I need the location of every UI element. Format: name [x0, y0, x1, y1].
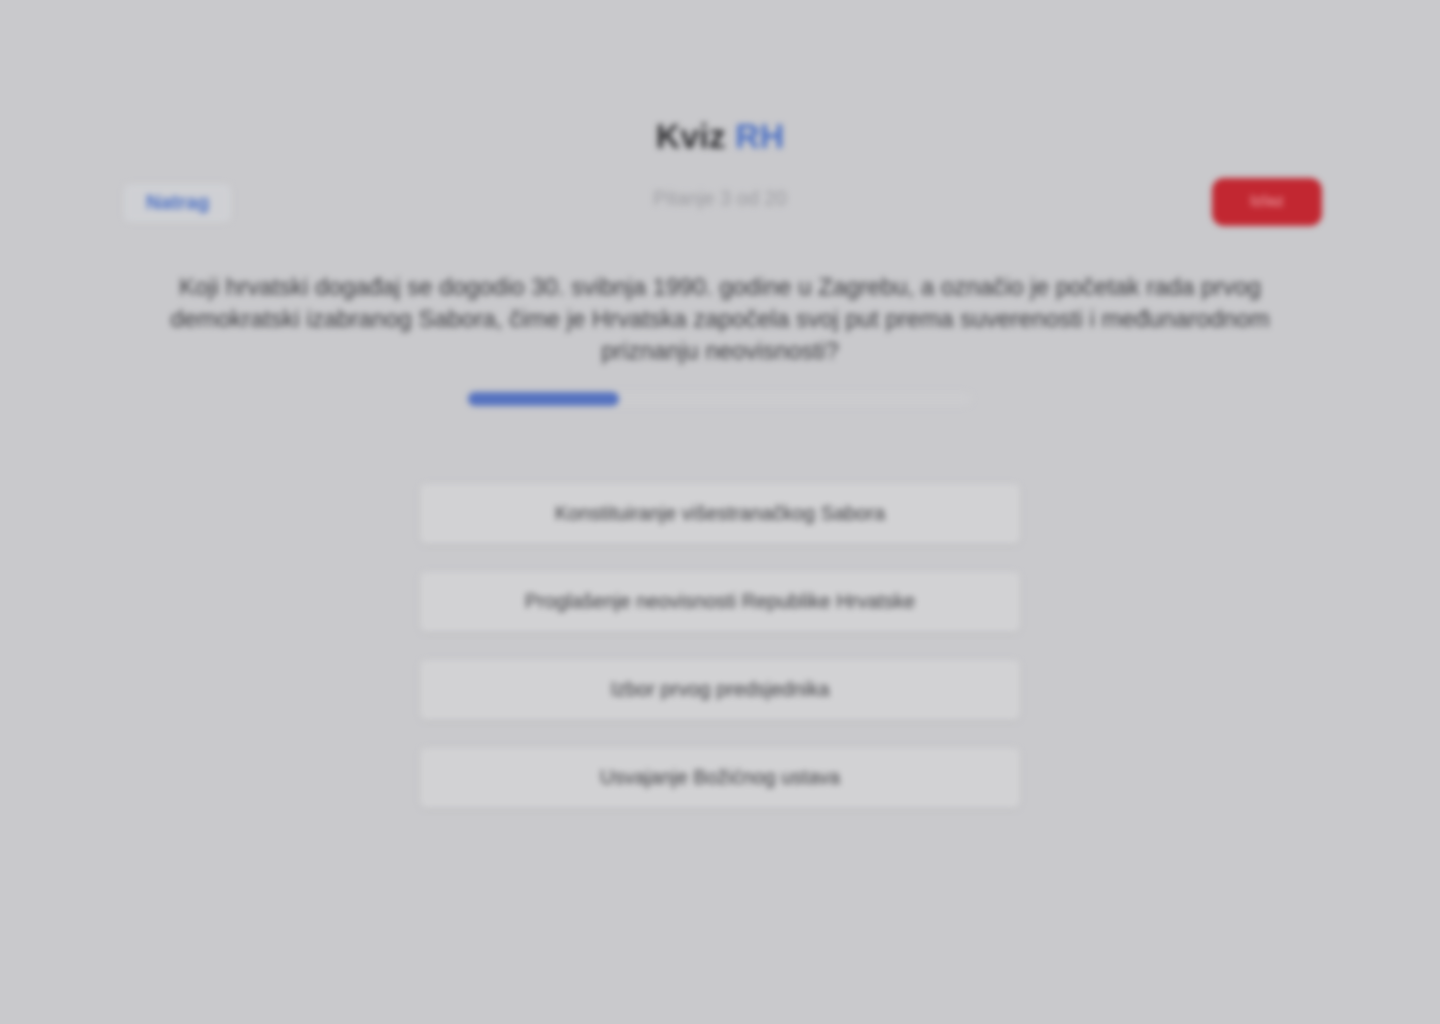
app-title-main: Kviz [655, 118, 726, 156]
answer-option-1[interactable]: Konstituiranje višestranačkog Sabora [420, 484, 1020, 544]
question-text: Koji hrvatski događaj se dogodio 30. svi… [170, 274, 1270, 365]
progress-bar-fill [468, 392, 620, 406]
quiz-toolbar: Natrag Pitanje 3 od 20 Izlaz [118, 176, 1322, 232]
answer-option-2[interactable]: Proglašenje neovisnosti Republike Hrvats… [420, 572, 1020, 632]
question-counter: Pitanje 3 od 20 [653, 188, 787, 210]
progress-bar [468, 392, 972, 406]
quiz-page: Kviz RH Natrag Pitanje 3 od 20 Izlaz Koj… [0, 0, 1440, 1024]
answer-option-4[interactable]: Usvajanje Božićnog ustava [420, 748, 1020, 808]
answer-option-3[interactable]: Izbor prvog predsjednika [420, 660, 1020, 720]
answer-list: Konstituiranje višestranačkog Sabora Pro… [420, 484, 1020, 836]
app-title: Kviz RH [0, 118, 1440, 157]
app-title-accent: RH [735, 118, 785, 156]
exit-button[interactable]: Izlaz [1212, 178, 1322, 226]
